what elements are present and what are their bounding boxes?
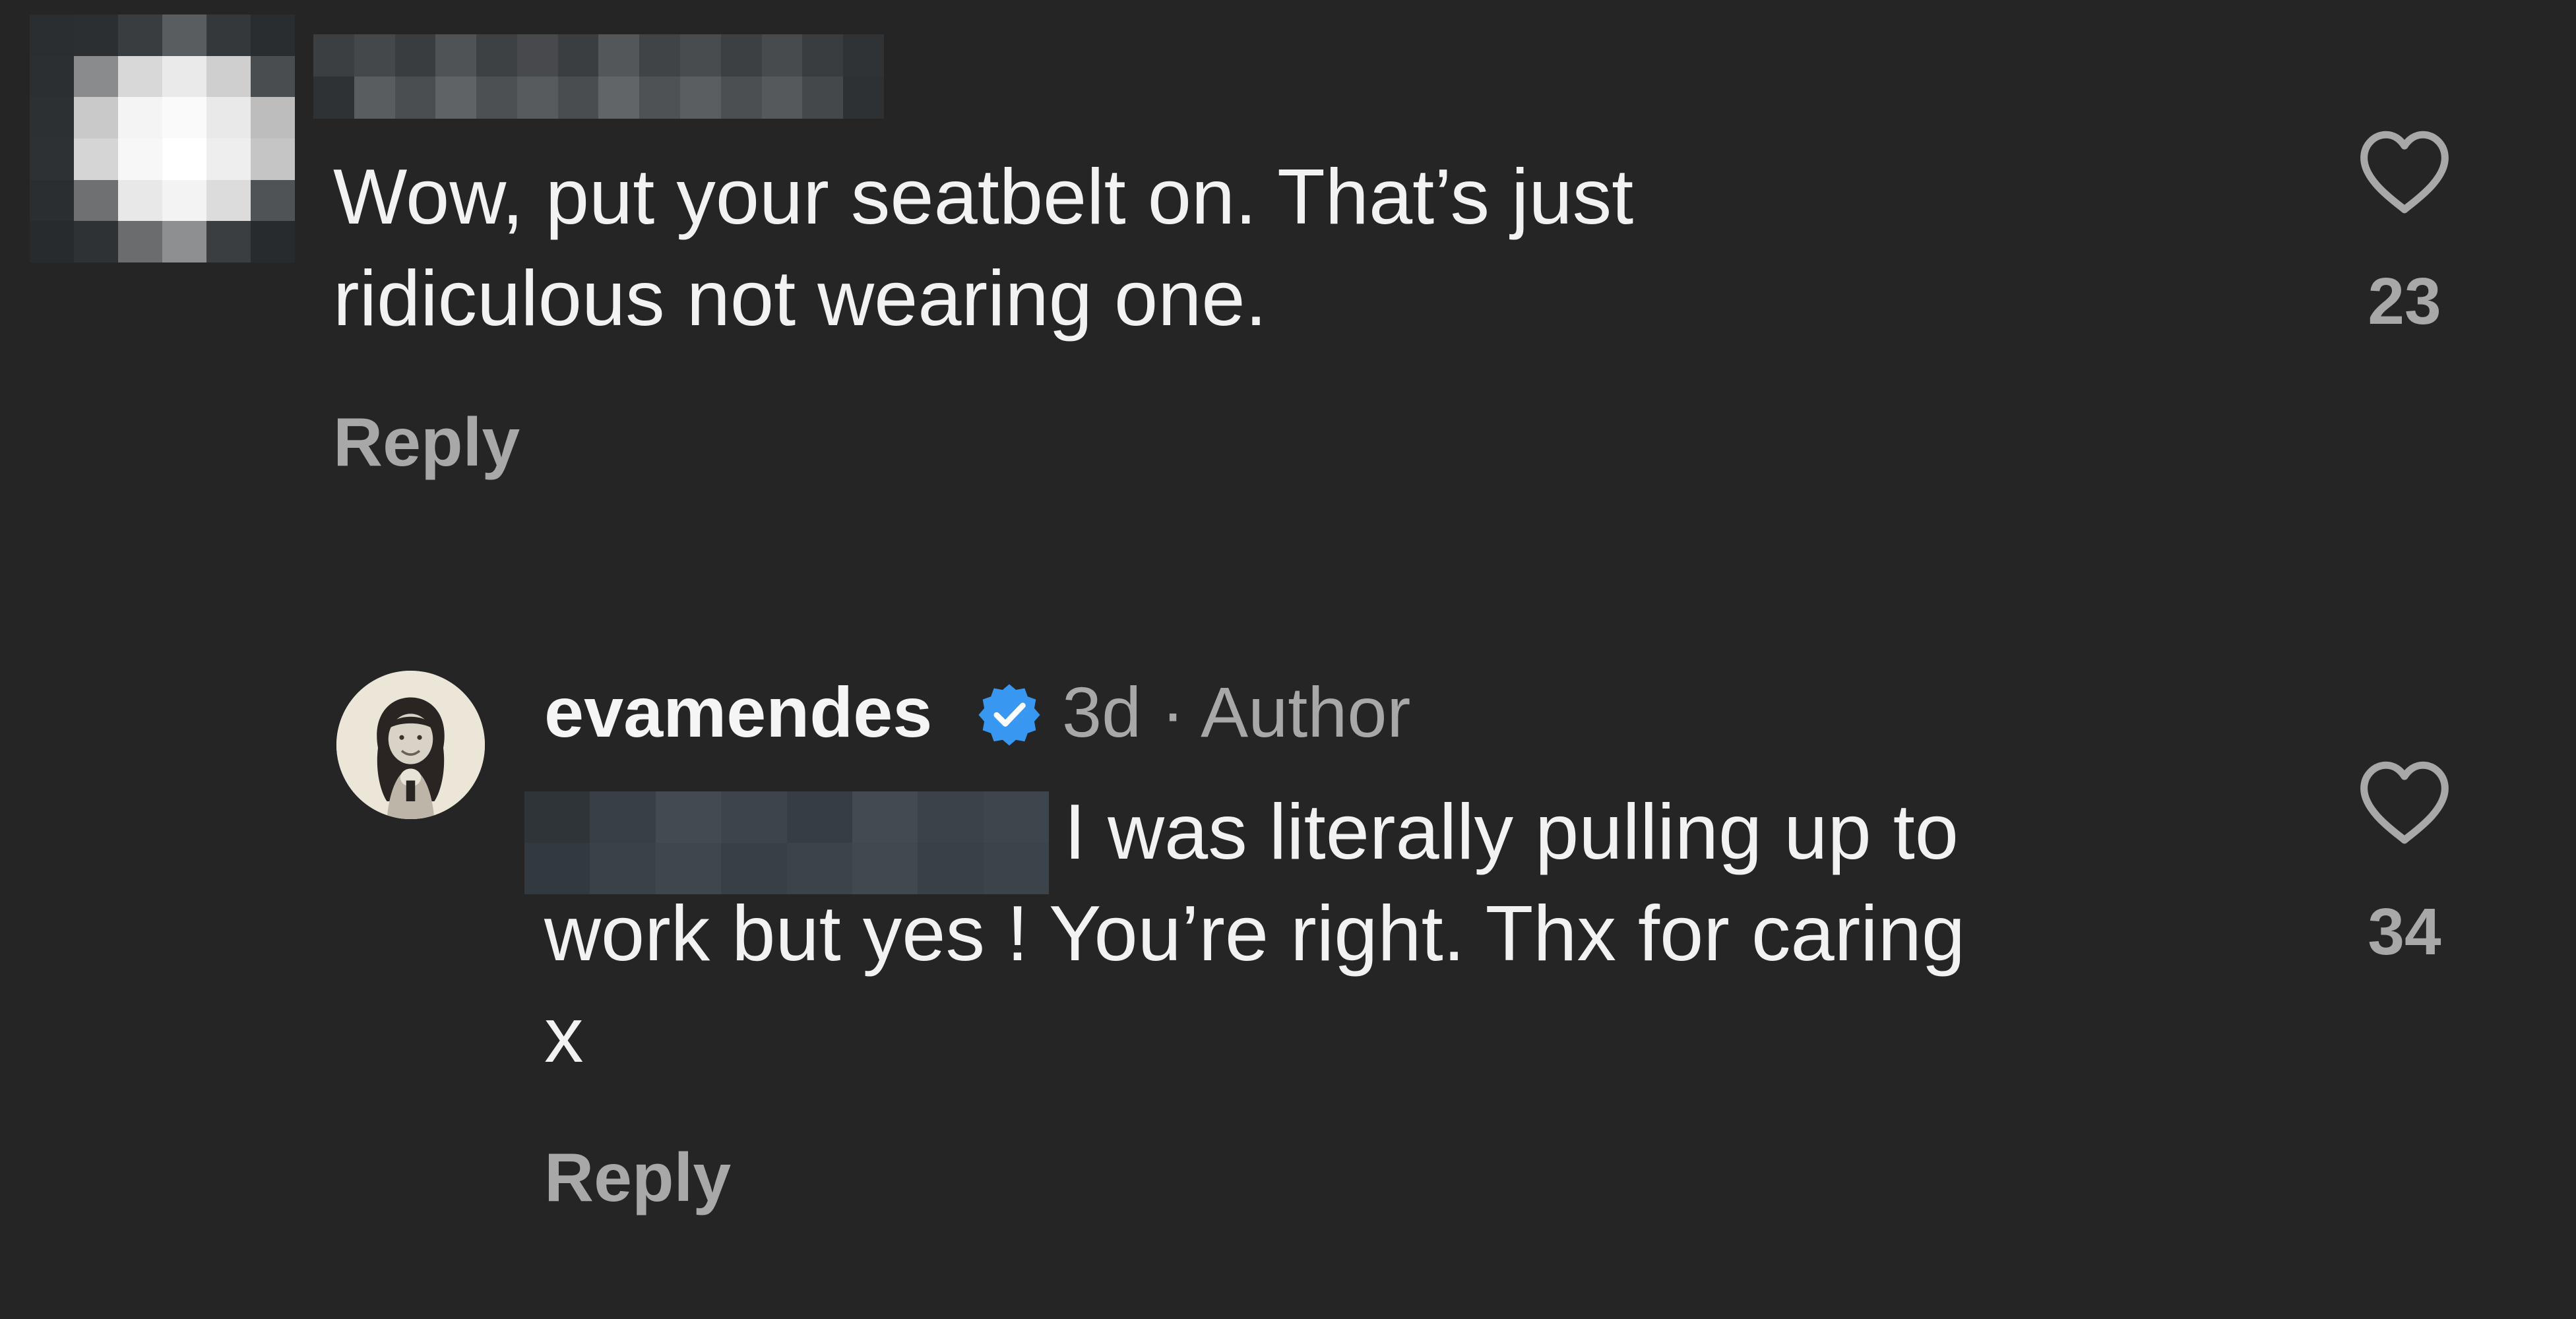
comment-thread: Wow, put your seatbelt on. That’s just r… [0, 0, 2576, 1319]
avatar-redacted[interactable] [30, 15, 295, 262]
verified-badge-icon [978, 684, 1040, 746]
comment-time: 3d [1062, 672, 1142, 752]
author-username[interactable]: evamendes [544, 673, 932, 752]
avatar-photo [336, 671, 485, 819]
comment-meta: 3d · Author [1062, 673, 1410, 752]
reply-button[interactable]: Reply [544, 1139, 731, 1217]
like-column: 34 [2339, 757, 2470, 965]
like-column: 23 [2339, 127, 2470, 334]
like-count: 34 [2368, 895, 2441, 969]
like-count: 23 [2368, 264, 2441, 338]
mention-redacted[interactable] [524, 791, 1049, 894]
author-label: Author [1201, 672, 1411, 752]
username-redacted[interactable] [313, 34, 884, 119]
comment-text-line: Wow, put your seatbelt on. That’s just [333, 153, 1634, 241]
avatar[interactable] [336, 671, 485, 819]
heart-outline-icon[interactable] [2355, 757, 2454, 846]
comment-text-line: ridiculous not wearing one. [333, 255, 1267, 342]
comment-text-line: x [544, 991, 584, 1079]
meta-separator: · [1161, 672, 1185, 752]
comment-text-line: work but yes ! You’re right. Thx for car… [544, 890, 1966, 977]
reply-button[interactable]: Reply [333, 404, 520, 482]
comment-text-line: I was literally pulling up to [1064, 788, 1959, 876]
heart-outline-icon[interactable] [2355, 127, 2454, 216]
